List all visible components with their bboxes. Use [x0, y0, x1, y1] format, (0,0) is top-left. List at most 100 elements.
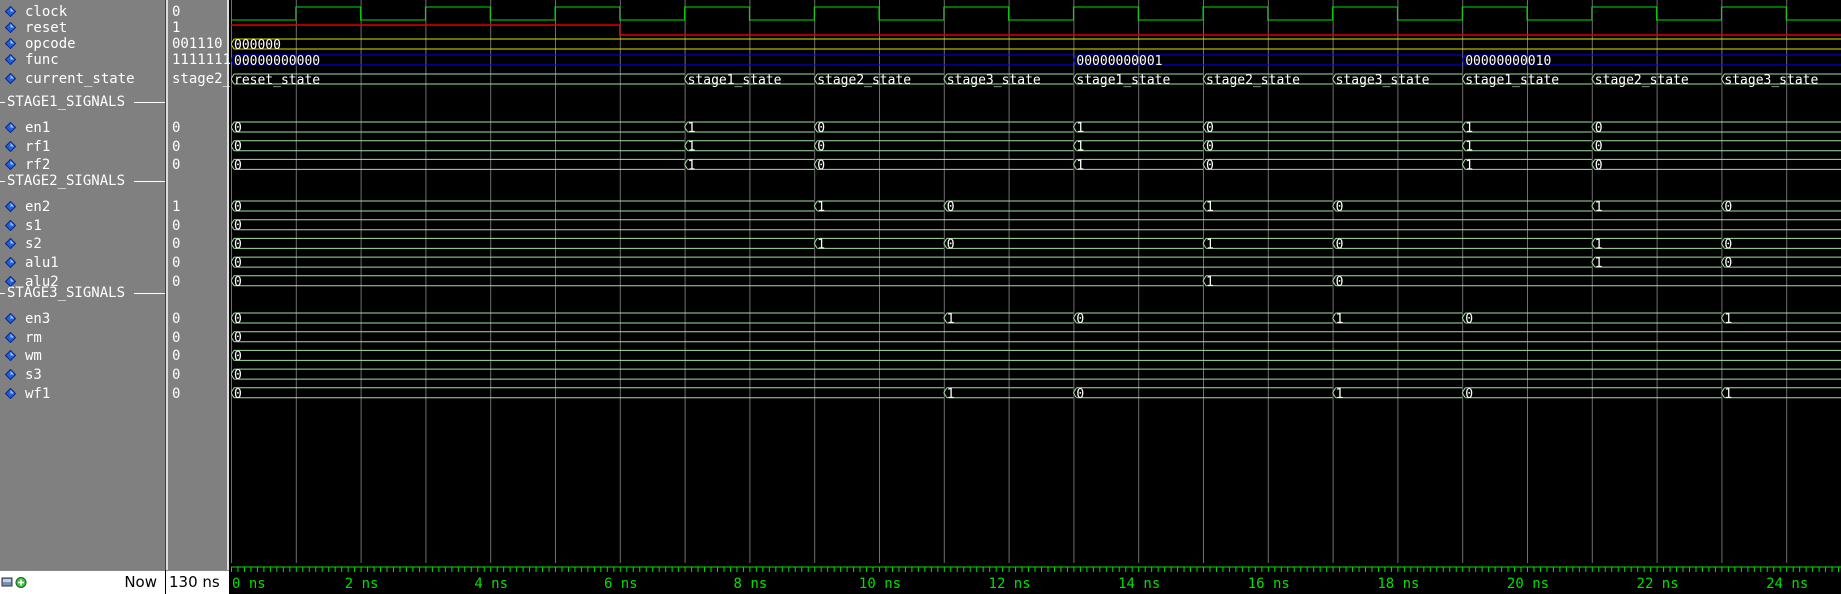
segment-value-label: 00000000010: [1465, 54, 1551, 69]
segment-value-label: 0: [234, 219, 242, 234]
signal-row-s2[interactable]: s2: [0, 235, 165, 253]
signal-row-s1[interactable]: s1: [0, 217, 165, 235]
signal-row-en2[interactable]: en2: [0, 198, 165, 216]
segment-value-label: 0: [234, 275, 242, 290]
segment-value-label: 0: [1595, 140, 1603, 155]
signal-value-alu1: 0: [172, 255, 181, 272]
bus-segment: [1206, 237, 1333, 249]
bus-segment: [234, 368, 1841, 380]
waveform-func[interactable]: 00000000000 00000000001 00000000010: [231, 54, 1841, 69]
waveform-s2[interactable]: 0 1 0 1 0 1 0: [231, 237, 1841, 252]
waveform-wm[interactable]: 0: [231, 349, 1841, 364]
bus-segment: [1724, 387, 1841, 399]
bus-segment: [1724, 312, 1841, 324]
signal-row-rf1[interactable]: rf1: [0, 138, 165, 156]
signal-value-en2: 1: [172, 199, 181, 215]
waveform-current_state[interactable]: reset_state stage1_state stage2_state stage…: [231, 73, 1841, 88]
bus-segment: [687, 121, 815, 133]
time-tick-label: 22 ns: [1637, 576, 1679, 592]
signal-diamond-icon: [5, 22, 16, 33]
bus-segment: [234, 312, 944, 324]
segment-value-label: 1: [688, 158, 696, 173]
signal-value-wf1: 0: [172, 385, 181, 402]
bus-segment: [1594, 237, 1722, 249]
bus-segment: [234, 256, 1592, 268]
signal-row-func[interactable]: func: [0, 51, 165, 69]
divider-line: [134, 102, 165, 103]
segment-value-label: reset_state: [234, 73, 320, 88]
segment-value-label: 1: [1465, 121, 1473, 136]
waveform-en3[interactable]: 0 1 0 1 0 1: [231, 312, 1841, 327]
segment-value-label: 0: [234, 237, 242, 252]
segment-value-label: 1: [1595, 200, 1603, 215]
segment-value-label: 0: [234, 387, 242, 402]
time-tick-label: 8 ns: [734, 576, 768, 592]
waveform-alu1[interactable]: 0 1 0: [231, 256, 1841, 271]
signal-row-en1[interactable]: en1: [0, 119, 165, 137]
bus-segment: [1335, 312, 1463, 324]
bus-segment: [1465, 140, 1592, 152]
bus-segment: [234, 200, 815, 212]
segment-value-label: 1: [1206, 237, 1214, 252]
segment-value-label: 1: [817, 200, 825, 215]
signal-row-wf1[interactable]: wf1: [0, 385, 165, 403]
clock-trace: [231, 6, 1841, 21]
segment-value-label: stage2_state: [1595, 73, 1689, 88]
bus-segment: [1724, 237, 1841, 249]
waveform-wf1[interactable]: 0 1 0 1 0 1: [231, 387, 1841, 402]
divider-line: [0, 181, 5, 182]
bus-segment: [1724, 200, 1841, 212]
group-divider[interactable]: STAGE3_SIGNALS: [0, 284, 165, 302]
signal-value-alu2: 0: [172, 273, 181, 290]
signal-row-wm[interactable]: wm: [0, 347, 165, 365]
segment-value-label: 0: [234, 331, 242, 346]
signal-value-current_state: stage2_: [172, 71, 230, 87]
segment-value-label: 0: [1724, 256, 1732, 271]
reset-trace: [231, 24, 1841, 36]
waveform-s1[interactable]: 0: [231, 219, 1841, 234]
segment-value-label: stage3_state: [1336, 73, 1430, 88]
signal-value-en3: 0: [172, 311, 181, 327]
signal-row-alu1[interactable]: alu1: [0, 254, 165, 272]
bus-segment: [817, 121, 1074, 133]
signal-name: wm: [25, 348, 42, 365]
time-axis[interactable]: 0 ns 2 ns 4 ns 6 ns 8 ns 10 ns 12 ns 14 ns 16 ns…: [231, 566, 1841, 592]
waveform-en1[interactable]: 0 1 0 1 0 1 0: [231, 121, 1841, 136]
add-cursor-icon[interactable]: [15, 577, 27, 588]
waveform-alu2[interactable]: 0 1 0: [231, 275, 1841, 290]
signal-name: alu1: [25, 255, 59, 272]
segment-value-label: 0: [234, 158, 242, 173]
bus-segment: [1076, 387, 1333, 399]
segment-value-label: 0: [1465, 312, 1473, 327]
segment-value-label: 0: [1206, 140, 1214, 155]
divider-line: [134, 293, 165, 294]
time-tick-label: 4 ns: [474, 576, 508, 592]
waveform-rf1[interactable]: 0 1 0 1 0 1 0: [231, 140, 1841, 155]
signal-row-rm[interactable]: rm: [0, 329, 165, 347]
signal-row-current_state[interactable]: current_state: [0, 70, 165, 88]
segment-value-label: 0: [947, 200, 955, 215]
group-divider[interactable]: STAGE1_SIGNALS: [0, 93, 165, 111]
waveform-s3[interactable]: 0: [231, 368, 1841, 383]
segment-value-label: 0: [234, 140, 242, 155]
segment-value-label: 1: [1076, 158, 1084, 173]
waveform-opcode[interactable]: 000000: [231, 38, 1841, 53]
time-tick-label: 24 ns: [1766, 576, 1808, 592]
segment-value-label: 0: [1595, 158, 1603, 173]
waveform-canvas[interactable]: 00000000000000000 00000000001 00000000010r…: [231, 0, 1841, 594]
waveform-reset[interactable]: [231, 24, 1841, 36]
waveform-pane[interactable]: 000000 00000000000 00000000001 00000000010 r…: [231, 0, 1841, 592]
segment-value-label: 0: [1336, 237, 1344, 252]
segment-value-label: 0: [817, 121, 825, 136]
waveform-rm[interactable]: 0: [231, 331, 1841, 346]
waveform-rf2[interactable]: 0 1 0 1 0 1 0: [231, 158, 1841, 173]
signal-row-en3[interactable]: en3: [0, 310, 165, 328]
waveform-clock[interactable]: [231, 6, 1841, 21]
bus-segment: [687, 158, 815, 170]
wave-window-icon[interactable]: [1, 577, 13, 588]
signal-value-func: 1111111: [172, 52, 230, 68]
signal-row-s3[interactable]: s3: [0, 366, 165, 384]
bus-segment: [1594, 256, 1722, 268]
group-divider[interactable]: STAGE2_SIGNALS: [0, 172, 165, 190]
waveform-en2[interactable]: 0 1 0 1 0 1 0: [231, 200, 1841, 215]
